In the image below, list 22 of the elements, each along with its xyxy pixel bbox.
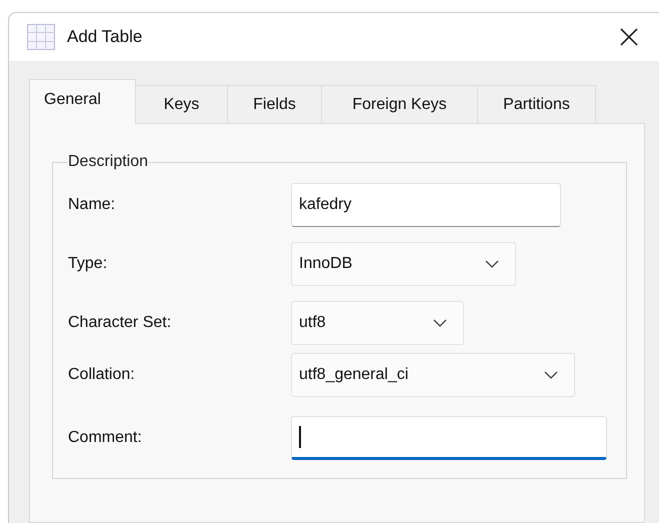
text-field[interactable] [291,416,607,460]
tab[interactable]: Keys [136,85,228,123]
dropdown[interactable]: utf8 [291,301,464,345]
tab[interactable]: Foreign Keys [322,85,478,123]
field-label: Collation: [68,365,136,385]
tab[interactable]: Fields [228,85,322,123]
field-label: Name: [68,195,116,215]
tab[interactable]: Partitions [478,85,596,123]
text-field[interactable]: kafedry [291,183,561,227]
field-label: Character Set: [68,313,172,333]
chevron-down-icon [544,371,558,379]
table-icon [27,24,55,50]
dropdown[interactable]: utf8_general_ci [291,353,575,397]
chevron-down-icon [485,260,499,268]
chevron-down-icon [433,319,447,327]
field-label: Comment: [68,428,143,448]
dropdown[interactable]: InnoDB [291,242,516,286]
field-label: Type: [68,254,108,274]
text-cursor [299,426,301,448]
window-title: Add Table [67,26,142,48]
close-icon[interactable] [619,27,639,47]
tab[interactable]: General [29,79,136,124]
